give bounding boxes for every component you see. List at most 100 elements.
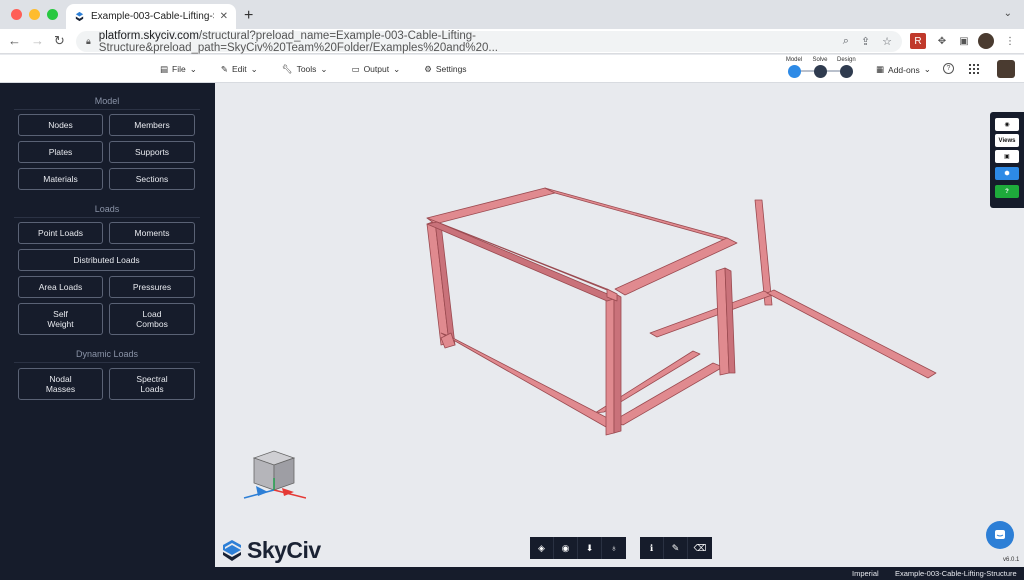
status-bar: Imperial Example-003-Cable-Lifting-Struc… <box>215 567 1024 580</box>
self-weight-button[interactable]: Self Weight <box>18 303 103 335</box>
views-button[interactable]: Views <box>995 134 1019 147</box>
apps-grid-icon[interactable] <box>969 64 979 74</box>
model-viewport[interactable] <box>215 83 1024 567</box>
lightbulb-icon[interactable]: ♁ <box>602 537 626 559</box>
chevron-down-icon: ⌄ <box>923 64 931 74</box>
cube-view-icon[interactable]: ⬢ <box>995 167 1019 180</box>
chat-button[interactable] <box>986 521 1014 549</box>
units-status[interactable]: Imperial <box>852 569 879 578</box>
moments-button[interactable]: Moments <box>109 222 195 244</box>
eye-icon[interactable]: ◉ <box>995 118 1019 131</box>
eraser-icon[interactable]: ⌫ <box>688 537 712 559</box>
edit-toolbar: ℹ ✎ ⌫ <box>640 537 712 559</box>
view-toolbar: ◈ ◉ ⬇ ♁ <box>530 537 626 559</box>
url-text: platform.skyciv.com/structural?preload_n… <box>98 29 499 54</box>
render-mode-icon[interactable]: ◈ <box>530 537 554 559</box>
member[interactable] <box>649 290 773 338</box>
help-button[interactable]: ? <box>995 185 1019 198</box>
area-loads-button[interactable]: Area Loads <box>18 276 103 298</box>
browser-tab[interactable]: Example-003-Cable-Lifting-St ✕ <box>66 4 236 29</box>
plates-button[interactable]: Plates <box>18 141 103 163</box>
supports-button[interactable]: Supports <box>109 141 195 163</box>
browser-menu-icon[interactable]: ⋮ <box>1002 33 1018 49</box>
chevron-down-icon: ⌄ <box>393 63 401 74</box>
window-controls <box>11 9 58 20</box>
close-window-button[interactable] <box>11 9 22 20</box>
extension-red-icon[interactable]: R <box>910 33 926 49</box>
gear-icon: ⚙ <box>424 63 432 74</box>
member <box>613 292 622 434</box>
share-icon[interactable]: ⇪ <box>861 35 870 48</box>
app-menu-bar: ▤ File ⌄ ✎ Edit ⌄ 🔧︎ Tools ⌄ ▭ Output ⌄ ⚙ Setting… <box>0 55 1024 83</box>
close-tab-icon[interactable]: ✕ <box>220 11 228 22</box>
new-tab-button[interactable]: + <box>244 7 253 25</box>
member[interactable] <box>766 289 937 379</box>
design-doc-icon <box>839 65 853 78</box>
loads-heading: Loads <box>14 204 200 218</box>
forward-arrow-icon[interactable]: → <box>31 33 44 48</box>
spectral-loads-button[interactable]: Spectral Loads <box>109 368 195 400</box>
right-toolbar: ◉ Views ▣ ⬢ ? <box>990 112 1024 208</box>
settings-menu[interactable]: ⚙ Settings <box>424 64 466 75</box>
dynamic-loads-heading: Dynamic Loads <box>14 349 200 363</box>
view-orientation-cube[interactable] <box>236 448 306 508</box>
model-step-icon <box>787 65 801 78</box>
profile-avatar[interactable] <box>978 33 994 49</box>
load-combos-button[interactable]: Load Combos <box>109 303 195 335</box>
tab-title: Example-003-Cable-Lifting-St <box>91 11 214 22</box>
member[interactable] <box>605 292 615 436</box>
workflow-steps: Model Solve Design <box>785 57 857 81</box>
members-button[interactable]: Members <box>109 114 195 136</box>
extensions-puzzle-icon[interactable]: ✥ <box>934 33 950 49</box>
pencil-icon[interactable]: ✎ <box>664 537 688 559</box>
chat-bubble-icon <box>995 530 1005 539</box>
side-panel-icon[interactable]: ▣ <box>956 33 972 49</box>
chevron-down-icon: ⌄ <box>250 63 258 74</box>
zoom-window-button[interactable] <box>47 9 58 20</box>
solve-step[interactable]: Solve <box>811 57 829 78</box>
back-arrow-icon[interactable]: ← <box>8 33 21 48</box>
bookmark-star-icon[interactable]: ☆ <box>882 35 892 48</box>
member[interactable] <box>426 187 556 225</box>
tools-menu[interactable]: 🔧︎ Tools ⌄ <box>282 64 328 75</box>
nodes-button[interactable]: Nodes <box>18 114 103 136</box>
addons-menu[interactable]: ▦ Add-ons ⌄ <box>876 64 931 75</box>
output-menu[interactable]: ▭ Output ⌄ <box>352 64 401 75</box>
edit-menu[interactable]: ✎ Edit ⌄ <box>221 64 258 75</box>
grid-squares-icon: ▦ <box>876 64 885 74</box>
help-icon[interactable]: ? <box>943 63 954 74</box>
file-name-status: Example-003-Cable-Lifting-Structure <box>895 569 1017 578</box>
user-avatar[interactable] <box>997 60 1015 78</box>
reload-icon[interactable]: ↻ <box>54 33 65 49</box>
model-step[interactable]: Model <box>785 57 803 78</box>
nodal-masses-button[interactable]: Nodal Masses <box>18 368 103 400</box>
sections-button[interactable]: Sections <box>109 168 195 190</box>
skyciv-logo: SkyCiv <box>221 537 321 564</box>
url-bar[interactable]: 🔒︎ platform.skyciv.com/structural?preloa… <box>76 29 902 54</box>
lock-icon: 🔒︎ <box>86 36 91 46</box>
down-arrow-icon[interactable]: ⬇ <box>578 537 602 559</box>
distributed-loads-button[interactable]: Distributed Loads <box>18 249 195 271</box>
camera-icon[interactable]: ▣ <box>995 150 1019 163</box>
tab-search-chevron-icon[interactable]: ⌄ <box>1004 8 1012 19</box>
design-step[interactable]: Design <box>837 57 856 78</box>
skyciv-favicon-icon <box>75 11 84 22</box>
solve-cloud-icon <box>813 65 827 78</box>
zoom-icon[interactable]: ⌕ <box>843 35 849 48</box>
minimize-window-button[interactable] <box>29 9 40 20</box>
pressures-button[interactable]: Pressures <box>109 276 195 298</box>
point-loads-button[interactable]: Point Loads <box>18 222 103 244</box>
skyciv-logo-icon <box>223 539 241 561</box>
member[interactable] <box>440 332 622 432</box>
materials-button[interactable]: Materials <box>18 168 103 190</box>
browser-tab-strip: Example-003-Cable-Lifting-St ✕ + ⌄ <box>0 0 1024 29</box>
member[interactable] <box>544 187 736 244</box>
pencil-icon: ✎ <box>220 63 228 74</box>
chevron-down-icon: ⌄ <box>320 63 328 74</box>
wrench-icon: 🔧︎ <box>281 63 293 74</box>
info-icon[interactable]: ℹ <box>640 537 664 559</box>
eye-icon[interactable]: ◉ <box>554 537 578 559</box>
chevron-down-icon: ⌄ <box>189 63 197 74</box>
member[interactable] <box>754 199 773 306</box>
file-menu[interactable]: ▤ File ⌄ <box>160 64 197 75</box>
